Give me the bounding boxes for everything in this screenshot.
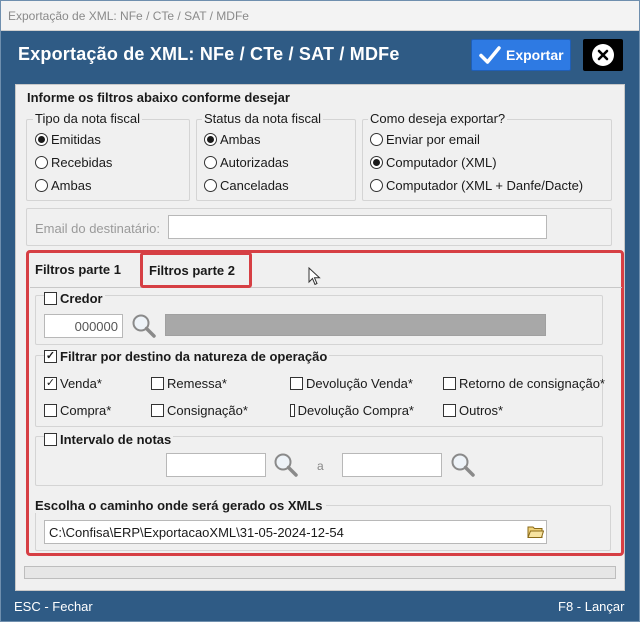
mouse-cursor-icon (308, 267, 321, 286)
status-ambas-radio[interactable]: Ambas (204, 132, 260, 147)
window-title: Exportação de XML: NFe / CTe / SAT / MDF… (8, 9, 249, 23)
status-legend: Status da nota fiscal (202, 111, 324, 126)
credor-code-field[interactable]: 000000 (44, 314, 123, 338)
status-autorizadas-radio[interactable]: Autorizadas (204, 155, 289, 170)
outros-checkbox[interactable]: Outros* (443, 403, 503, 418)
tab-filtros-parte-1[interactable]: Filtros parte 1 (35, 262, 121, 277)
credor-search-icon[interactable] (131, 313, 157, 339)
devolucao-compra-checkbox[interactable]: Devolução Compra* (290, 403, 414, 418)
footer-f8-hint: F8 - Lançar (558, 599, 625, 614)
exportar-legend: Como deseja exportar? (368, 111, 508, 126)
tipo-ambas-radio[interactable]: Ambas (35, 178, 91, 193)
close-button[interactable] (583, 39, 623, 71)
natureza-checkbox[interactable]: ✓ Filtrar por destino da natureza de oper… (44, 349, 330, 364)
devolucao-venda-checkbox[interactable]: Devolução Venda* (290, 376, 413, 391)
title-bar: Exportação de XML: NFe / CTe / SAT / MDF… (1, 1, 639, 31)
progress-bar (24, 566, 616, 579)
remessa-checkbox[interactable]: Remessa* (151, 376, 227, 391)
intervalo-from-field[interactable] (166, 453, 266, 477)
intervalo-to-search-icon[interactable] (450, 452, 476, 478)
tabs-divider (30, 287, 622, 288)
venda-checkbox[interactable]: ✓ Venda* (44, 376, 102, 391)
email-label: Email do destinatário: (35, 221, 161, 236)
credor-checkbox[interactable]: Credor (44, 291, 105, 306)
exportar-email-radio[interactable]: Enviar por email (370, 132, 480, 147)
footer-esc-hint: ESC - Fechar (14, 599, 93, 614)
email-field[interactable] (168, 215, 547, 239)
page-title: Exportação de XML: NFe / CTe / SAT / MDF… (18, 44, 400, 64)
close-icon (592, 44, 614, 66)
folder-icon[interactable] (527, 524, 544, 539)
intervalo-from-search-icon[interactable] (273, 452, 299, 478)
exportar-xml-danfe-radio[interactable]: Computador (XML + Danfe/Dacte) (370, 178, 583, 193)
filters-heading: Informe os filtros abaixo conforme desej… (27, 90, 290, 105)
export-button[interactable]: Exportar (471, 39, 571, 71)
caminho-heading: Escolha o caminho onde será gerado os XM… (35, 498, 326, 513)
intervalo-separator: a (317, 459, 324, 473)
status-canceladas-radio[interactable]: Canceladas (204, 178, 289, 193)
intervalo-to-field[interactable] (342, 453, 442, 477)
tipo-emitidas-radio[interactable]: Emitidas (35, 132, 101, 147)
caminho-path-field[interactable]: C:\Confisa\ERP\ExportacaoXML\31-05-2024-… (44, 520, 547, 544)
credor-name-field (165, 314, 546, 336)
tipo-legend: Tipo da nota fiscal (33, 111, 143, 126)
export-button-label: Exportar (506, 47, 564, 63)
tab-filtros-parte-2[interactable]: Filtros parte 2 (149, 263, 235, 278)
consignacao-checkbox[interactable]: Consignação* (151, 403, 248, 418)
tipo-recebidas-radio[interactable]: Recebidas (35, 155, 112, 170)
intervalo-checkbox[interactable]: Intervalo de notas (44, 432, 174, 447)
check-icon (479, 46, 501, 64)
compra-checkbox[interactable]: Compra* (44, 403, 111, 418)
exportar-xml-radio[interactable]: Computador (XML) (370, 155, 497, 170)
retorno-consignacao-checkbox[interactable]: Retorno de consignação* (443, 376, 605, 391)
